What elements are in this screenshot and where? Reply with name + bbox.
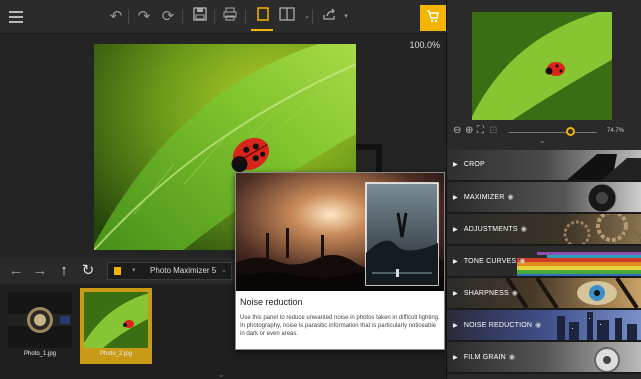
save-icon[interactable] (190, 7, 210, 27)
image-nav-bar: ← → ↑ ↻ ▾ Photo Maximizer 5 ⌄ (0, 258, 236, 284)
section-label: ▶ MAXIMIZER ◉ (453, 194, 514, 201)
arrow-right-icon[interactable]: → (30, 261, 50, 281)
section-sharpness[interactable]: ▶ SHARPNESS ◉ (447, 278, 641, 310)
adjustment-sections: ▶ CROP ▶ MAXIMIZER ◉ ▶ ADJUSTMENTS ◉ ▶ TONE CU… (447, 150, 641, 374)
toolbar-divider (182, 10, 183, 24)
navigator-preview[interactable] (472, 12, 612, 120)
thumbnail-image (84, 292, 148, 348)
zoom-slider[interactable] (509, 132, 597, 133)
thumbnail-name: Photo_2.jpg (99, 351, 133, 357)
zoom-in-icon[interactable]: ⊕ (465, 125, 473, 136)
arrow-left-icon[interactable]: ← (6, 261, 26, 281)
bookmark-icon (114, 267, 121, 275)
chevron-down-icon[interactable]: ⌄ (297, 7, 317, 27)
eye-icon: ◉ (535, 322, 542, 329)
active-view-indicator (251, 29, 273, 31)
zoom-value: 74.7% (607, 128, 625, 134)
preset-dropdown[interactable]: ▾ Photo Maximizer 5 ⌄ (107, 262, 232, 280)
print-icon[interactable] (220, 7, 240, 27)
section-label: ▶ SHARPNESS ◉ (453, 290, 519, 297)
fit-screen-icon[interactable]: ⛶ (477, 125, 484, 136)
zoom-percent: 100.0% (409, 40, 440, 50)
undo-icon[interactable]: ↶ (106, 7, 126, 27)
eye-icon: ◉ (508, 354, 516, 361)
section-label: ▶ ADJUSTMENTS ◉ (453, 226, 528, 233)
tooltip-title: Noise reduction (240, 297, 303, 307)
section-film-grain[interactable]: ▶ FILM GRAIN ◉ (447, 342, 641, 374)
refresh-icon[interactable]: ↻ (78, 261, 98, 281)
toolbar-divider (214, 10, 215, 24)
zoom-out-icon[interactable]: ⊖ (453, 125, 461, 136)
zoom-controls: ⊖ ⊕ ⛶ ⊡ 74.7% (447, 124, 641, 140)
thumbnail-image (8, 292, 72, 348)
section-label: ▶ TONE CURVES ◉ (453, 258, 526, 265)
chevron-down-icon[interactable]: ⌄ (218, 370, 225, 379)
eye-icon: ◉ (520, 226, 528, 233)
thumbnail-item[interactable]: Photo_1.jpg (4, 288, 76, 364)
hamburger-icon[interactable] (6, 8, 26, 28)
section-adjustments[interactable]: ▶ ADJUSTMENTS ◉ (447, 214, 641, 246)
thumbnail-name: Photo_1.jpg (23, 351, 57, 357)
eye-icon: ◉ (519, 258, 526, 265)
tooltip-image (236, 173, 444, 291)
section-maximizer[interactable]: ▶ MAXIMIZER ◉ (447, 182, 641, 214)
tooltip-body: Use this panel to reduce unwanted noise … (240, 314, 442, 338)
noise-reduction-tooltip: Noise reduction Use this panel to reduce… (235, 172, 445, 350)
toolbar-divider (128, 10, 129, 24)
cart-icon[interactable] (420, 5, 446, 31)
compare-view-icon[interactable] (277, 7, 297, 27)
eye-icon: ◉ (511, 290, 519, 297)
section-label: ▶ CROP (453, 161, 485, 168)
redo-all-icon[interactable]: ⟳ (158, 7, 178, 27)
app-window: ↶ ↷ ⟳ ⌄ ▾ 100.0% ← → ↑ ↻ ▾ Photo Maximiz… (0, 0, 641, 379)
right-panel: ⊖ ⊕ ⛶ ⊡ 74.7% ⌃ ▶ CROP ▶ MAXIMIZER ◉ ▶ ADJUS… (446, 0, 641, 379)
thumbnail-item-selected[interactable]: Photo_2.jpg (80, 288, 152, 364)
arrow-up-icon[interactable]: ↑ (54, 261, 74, 281)
actual-size-icon[interactable]: ⊡ (489, 125, 497, 136)
chevron-up-icon[interactable]: ⌃ (539, 140, 546, 149)
redo-icon[interactable]: ↷ (134, 7, 154, 27)
section-noise-reduction[interactable]: ▶ NOISE REDUCTION ◉ (447, 310, 641, 342)
toolbar-divider (245, 10, 246, 24)
top-toolbar: ↶ ↷ ⟳ ⌄ ▾ (0, 0, 446, 34)
tooltip-line: Use this panel to reduce unwanted noise … (240, 315, 440, 321)
tooltip-line: In photography, noise is parasitic infor… (240, 323, 436, 337)
single-view-icon[interactable] (253, 7, 273, 27)
chevron-down-icon: ▾ (132, 267, 136, 274)
preset-name: Photo Maximizer 5 (150, 266, 217, 275)
section-tone-curves[interactable]: ▶ TONE CURVES ◉ (447, 246, 641, 278)
section-crop[interactable]: ▶ CROP (447, 150, 641, 182)
chevron-down-icon[interactable]: ▾ (336, 7, 356, 27)
chevron-down-icon: ⌄ (221, 267, 227, 274)
zoom-slider-handle[interactable] (566, 127, 576, 136)
section-label: ▶ FILM GRAIN ◉ (453, 354, 516, 361)
toolbar-divider (312, 10, 313, 24)
eye-icon: ◉ (507, 194, 514, 201)
section-label: ▶ NOISE REDUCTION ◉ (453, 322, 542, 329)
